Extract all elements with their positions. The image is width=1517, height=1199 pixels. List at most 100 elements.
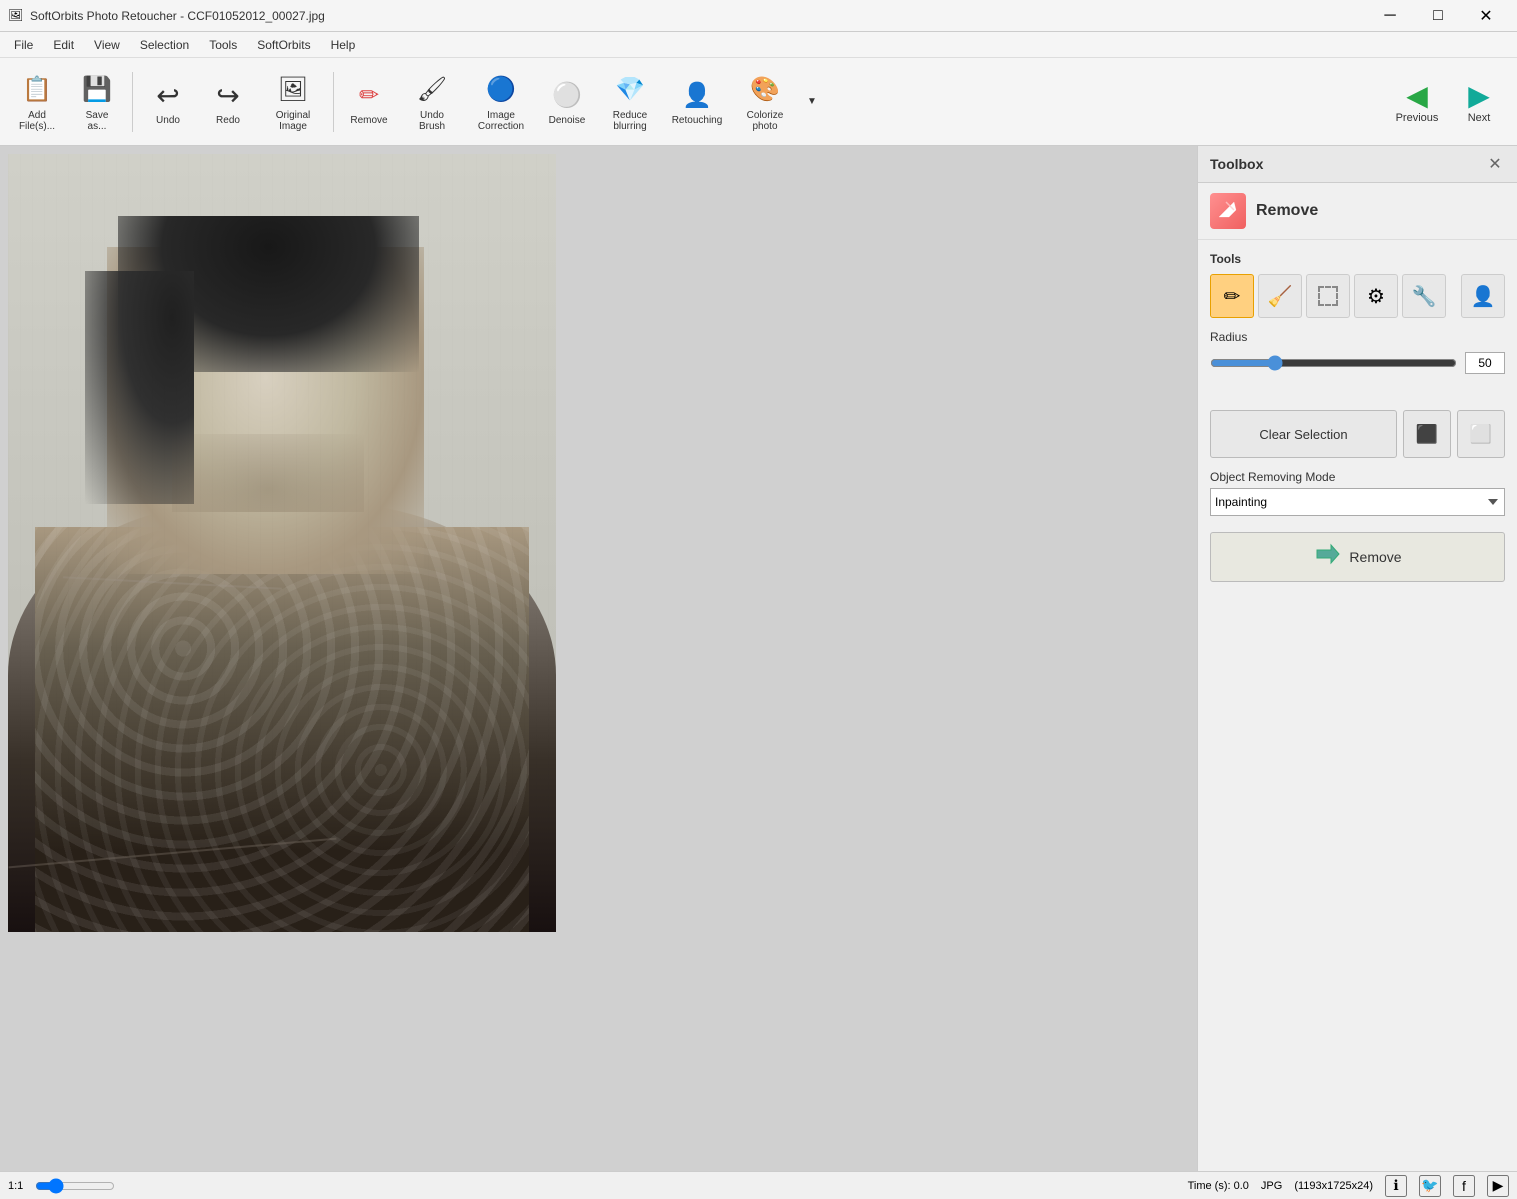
previous-button[interactable]: ◀ Previous — [1387, 64, 1447, 140]
social-twitter-button[interactable]: 🐦 — [1419, 1175, 1441, 1197]
status-time: Time (s): 0.0 — [1188, 1180, 1249, 1192]
previous-icon: ◀ — [1406, 79, 1428, 112]
social-facebook-button[interactable]: f — [1453, 1175, 1475, 1197]
social-youtube-button[interactable]: ▶ — [1487, 1175, 1509, 1197]
reduce-blurring-button[interactable]: 💎 Reduceblurring — [598, 64, 662, 140]
undo-button[interactable]: ↩ Undo — [139, 64, 197, 140]
remove-button[interactable]: ✏ Remove — [340, 64, 398, 140]
colorize-photo-icon: 🎨 — [747, 72, 783, 108]
colorize-photo-button[interactable]: 🎨 Colorizephoto — [732, 64, 798, 140]
select-all-icon: ⬛ — [1416, 424, 1438, 445]
menu-view[interactable]: View — [84, 34, 130, 56]
zoom-slider[interactable] — [35, 1178, 115, 1194]
more-tools-icon: ▼ — [807, 96, 817, 107]
next-button[interactable]: ▶ Next — [1449, 64, 1509, 140]
radius-slider-container — [1210, 353, 1457, 373]
clear-selection-button[interactable]: Clear Selection — [1210, 410, 1397, 458]
window-title: SoftOrbits Photo Retoucher - CCF01052012… — [30, 9, 1367, 23]
toolbar-nav: ◀ Previous ▶ Next — [1387, 64, 1509, 140]
stamp-tool-button[interactable]: 👤 — [1461, 274, 1505, 318]
toolbox-title: Toolbox — [1210, 156, 1263, 172]
toolbar-separator-1 — [132, 72, 133, 132]
invert-selection-button[interactable]: ⬜ — [1457, 410, 1505, 458]
status-zoom-label: 1:1 — [8, 1180, 23, 1192]
undo-brush-label: UndoBrush — [419, 110, 445, 132]
radius-slider[interactable] — [1210, 355, 1457, 371]
minimize-button[interactable]: ─ — [1367, 0, 1413, 32]
menu-tools[interactable]: Tools — [199, 34, 247, 56]
image-correction-icon: 🔵 — [483, 72, 519, 108]
image-correction-button[interactable]: 🔵 ImageCorrection — [466, 64, 536, 140]
close-button[interactable]: ✕ — [1463, 0, 1509, 32]
remove-section-header: Remove — [1198, 183, 1517, 240]
remove-section-icon — [1210, 193, 1246, 229]
menu-bar: File Edit View Selection Tools SoftOrbit… — [0, 32, 1517, 58]
radius-section: Radius 50 — [1210, 330, 1505, 374]
lasso-tool-button[interactable]: ⚙ — [1354, 274, 1398, 318]
photo-image — [8, 154, 556, 932]
wand-icon: 🔧 — [1412, 284, 1437, 309]
previous-label: Previous — [1396, 112, 1439, 124]
app-icon: 🖼 — [8, 8, 24, 24]
photo-container — [8, 154, 556, 932]
clear-selection-row: Clear Selection ⬛ ⬜ — [1210, 410, 1505, 458]
mode-select[interactable]: Inpainting Content Aware Fill Clone — [1210, 488, 1505, 516]
pencil-tool-button[interactable]: ✏ — [1210, 274, 1254, 318]
maximize-button[interactable]: □ — [1415, 0, 1461, 32]
toolbox-body: Tools ✏ 🧹 ⚙ — [1198, 240, 1517, 594]
menu-softorbits[interactable]: SoftOrbits — [247, 34, 320, 56]
eraser-tool-button[interactable]: 🧹 — [1258, 274, 1302, 318]
colorize-photo-label: Colorizephoto — [747, 110, 784, 132]
menu-help[interactable]: Help — [321, 34, 366, 56]
menu-file[interactable]: File — [4, 34, 43, 56]
object-removing-mode-section: Object Removing Mode Inpainting Content … — [1210, 470, 1505, 516]
select-all-button[interactable]: ⬛ — [1403, 410, 1451, 458]
remove-title: Remove — [1256, 202, 1318, 220]
undo-icon: ↩ — [150, 77, 186, 113]
wand-tool-button[interactable]: 🔧 — [1402, 274, 1446, 318]
undo-brush-button[interactable]: 🖌 UndoBrush — [400, 64, 464, 140]
retouching-button[interactable]: 👤 Retouching — [664, 64, 730, 140]
save-as-icon: 💾 — [79, 72, 115, 108]
toolbox-close-button[interactable]: ✕ — [1485, 154, 1505, 174]
save-as-label: Saveas... — [86, 110, 109, 132]
status-dimensions: (1193x1725x24) — [1294, 1180, 1373, 1192]
info-button[interactable]: ℹ — [1385, 1175, 1407, 1197]
original-image-label: OriginalImage — [276, 110, 310, 132]
more-tools-button[interactable]: ▼ — [800, 64, 824, 140]
arrow-icon — [1313, 540, 1341, 568]
add-files-button[interactable]: 📋 AddFile(s)... — [8, 64, 66, 140]
window-controls: ─ □ ✕ — [1367, 0, 1509, 32]
denoise-button[interactable]: ⚪ Denoise — [538, 64, 596, 140]
canvas-area[interactable] — [0, 146, 1197, 1171]
denoise-icon: ⚪ — [549, 77, 585, 113]
radius-row: 50 — [1210, 352, 1505, 374]
redo-button[interactable]: ↪ Redo — [199, 64, 257, 140]
tools-section: Tools ✏ 🧹 ⚙ — [1210, 252, 1505, 318]
section-spacer — [1210, 374, 1505, 398]
rect-selection-button[interactable] — [1306, 274, 1350, 318]
mode-select-container: Inpainting Content Aware Fill Clone — [1210, 488, 1505, 516]
save-as-button[interactable]: 💾 Saveas... — [68, 64, 126, 140]
toolbar: 📋 AddFile(s)... 💾 Saveas... ↩ Undo ↪ Red… — [0, 58, 1517, 146]
invert-selection-icon: ⬜ — [1470, 424, 1492, 445]
lasso-icon: ⚙ — [1367, 284, 1385, 309]
original-image-button[interactable]: 🖼 OriginalImage — [259, 64, 327, 140]
remove-action-button[interactable]: Remove — [1210, 532, 1505, 582]
image-correction-label: ImageCorrection — [478, 110, 524, 132]
remove-icon: ✏ — [351, 77, 387, 113]
menu-edit[interactable]: Edit — [43, 34, 84, 56]
add-files-label: AddFile(s)... — [19, 110, 55, 132]
toolbar-separator-2 — [333, 72, 334, 132]
remove-label: Remove — [350, 115, 387, 126]
main-content: Toolbox ✕ Remove Tools ✏ — [0, 146, 1517, 1171]
status-bar: 1:1 Time (s): 0.0 JPG (1193x1725x24) ℹ 🐦… — [0, 1171, 1517, 1199]
redo-label: Redo — [216, 115, 240, 126]
menu-selection[interactable]: Selection — [130, 34, 199, 56]
eraser-icon — [1216, 199, 1240, 223]
remove-action-icon — [1313, 540, 1341, 574]
mode-label: Object Removing Mode — [1210, 470, 1505, 484]
reduce-blurring-icon: 💎 — [612, 72, 648, 108]
pencil-icon: ✏ — [1224, 284, 1241, 309]
add-files-icon: 📋 — [19, 72, 55, 108]
